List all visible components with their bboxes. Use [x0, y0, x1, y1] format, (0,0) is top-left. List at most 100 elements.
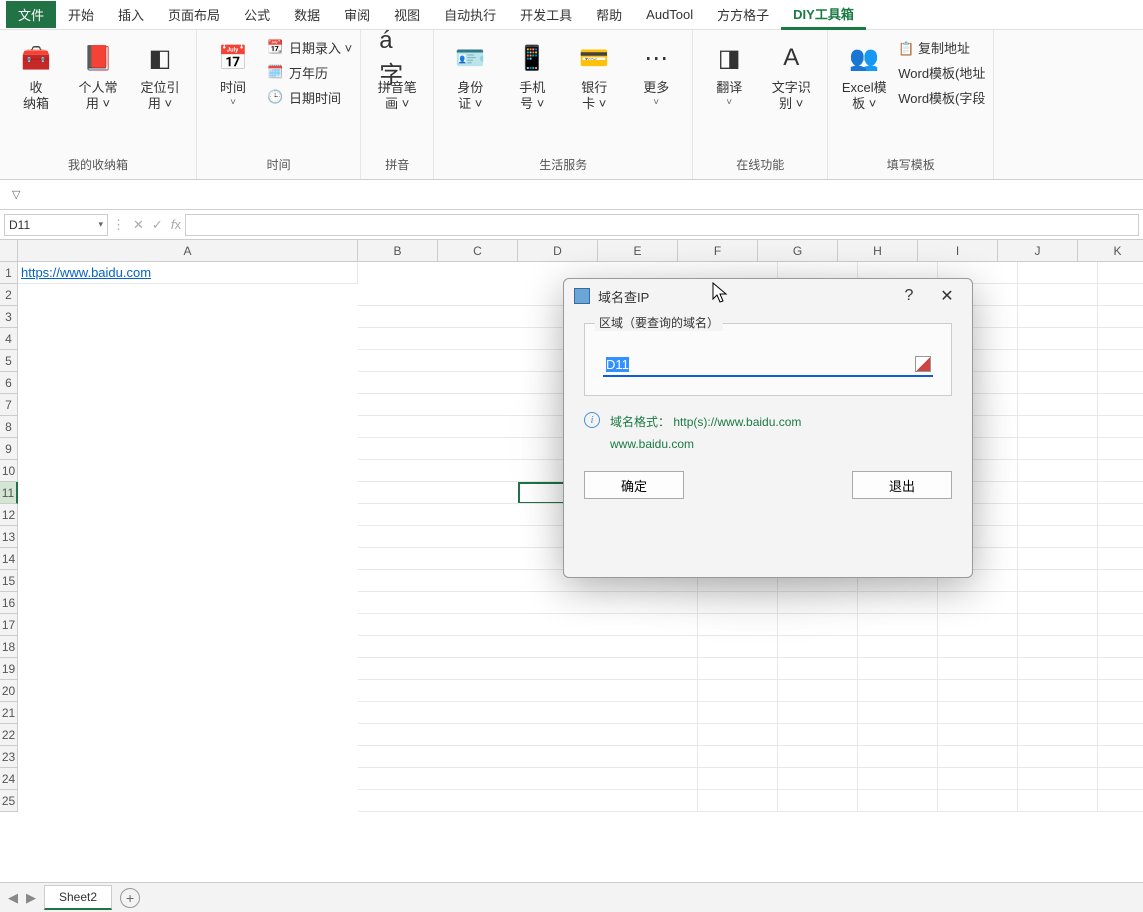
- sheet-tab-active[interactable]: Sheet2: [44, 885, 112, 910]
- cell[interactable]: [698, 746, 778, 768]
- range-picker-icon[interactable]: [915, 356, 931, 372]
- cancel-formula-icon[interactable]: ✕: [133, 217, 144, 233]
- col-header-H[interactable]: H: [838, 240, 918, 262]
- row-header-20[interactable]: 20: [0, 680, 18, 702]
- ok-button[interactable]: 确定: [584, 471, 684, 499]
- cell[interactable]: [1018, 790, 1098, 812]
- menu-item-9[interactable]: 开发工具: [508, 1, 584, 28]
- cell[interactable]: [698, 768, 778, 790]
- cell[interactable]: [778, 746, 858, 768]
- cell[interactable]: [1098, 570, 1143, 592]
- cell[interactable]: [778, 702, 858, 724]
- cell[interactable]: [1018, 416, 1098, 438]
- row-header-16[interactable]: 16: [0, 592, 18, 614]
- cell[interactable]: [1098, 658, 1143, 680]
- cell[interactable]: [1098, 306, 1143, 328]
- cell[interactable]: [858, 768, 938, 790]
- cell[interactable]: [858, 790, 938, 812]
- ribbon-button-3-0[interactable]: 🪪身份证 ˅: [442, 34, 498, 111]
- menu-item-5[interactable]: 数据: [282, 1, 332, 28]
- cell[interactable]: [858, 746, 938, 768]
- cell[interactable]: [938, 746, 1018, 768]
- row-header-2[interactable]: 2: [0, 284, 18, 306]
- cell[interactable]: [1018, 350, 1098, 372]
- cell[interactable]: [1098, 438, 1143, 460]
- row-header-8[interactable]: 8: [0, 416, 18, 438]
- menu-item-3[interactable]: 页面布局: [156, 1, 232, 28]
- cell[interactable]: [858, 680, 938, 702]
- cell[interactable]: [1018, 262, 1098, 284]
- dialog-titlebar[interactable]: 域名查IP ? ✕: [564, 279, 972, 313]
- cell[interactable]: [1098, 460, 1143, 482]
- cell[interactable]: [1098, 614, 1143, 636]
- cell[interactable]: [1098, 350, 1143, 372]
- menu-item-11[interactable]: AudTool: [634, 3, 705, 26]
- name-box-dropdown-icon[interactable]: ▾: [98, 219, 103, 230]
- row-header-4[interactable]: 4: [0, 328, 18, 350]
- cell[interactable]: [1018, 284, 1098, 306]
- cell[interactable]: [778, 680, 858, 702]
- row-header-3[interactable]: 3: [0, 306, 18, 328]
- row-header-18[interactable]: 18: [0, 636, 18, 658]
- menu-item-0[interactable]: 文件: [6, 1, 56, 28]
- cell[interactable]: [1018, 328, 1098, 350]
- row-header-15[interactable]: 15: [0, 570, 18, 592]
- dialog-close-button[interactable]: ✕: [932, 286, 962, 306]
- cell[interactable]: [1018, 746, 1098, 768]
- cell[interactable]: [1018, 614, 1098, 636]
- ribbon-small-1-1[interactable]: 🗓️万年历: [267, 63, 352, 82]
- cell[interactable]: [358, 768, 698, 790]
- row-header-13[interactable]: 13: [0, 526, 18, 548]
- ribbon-button-3-2[interactable]: 💳银行卡 ˅: [566, 34, 622, 111]
- add-sheet-button[interactable]: +: [120, 888, 140, 908]
- row-header-24[interactable]: 24: [0, 768, 18, 790]
- cell[interactable]: [778, 790, 858, 812]
- select-all-corner[interactable]: [0, 240, 18, 262]
- cell[interactable]: [358, 702, 698, 724]
- row-header-25[interactable]: 25: [0, 790, 18, 812]
- collapse-caret-icon[interactable]: ▽: [12, 188, 20, 201]
- cell[interactable]: [1018, 482, 1098, 504]
- cancel-button[interactable]: 退出: [852, 471, 952, 499]
- cell[interactable]: [938, 658, 1018, 680]
- ribbon-button-3-3[interactable]: ⋯更多˅: [628, 34, 684, 108]
- row-header-10[interactable]: 10: [0, 460, 18, 482]
- col-header-J[interactable]: J: [998, 240, 1078, 262]
- row-header-19[interactable]: 19: [0, 658, 18, 680]
- row-header-7[interactable]: 7: [0, 394, 18, 416]
- row-header-17[interactable]: 17: [0, 614, 18, 636]
- row-header-1[interactable]: 1: [0, 262, 18, 284]
- cell[interactable]: [698, 680, 778, 702]
- cell[interactable]: [1098, 504, 1143, 526]
- cell[interactable]: [1098, 394, 1143, 416]
- menu-item-6[interactable]: 审阅: [332, 1, 382, 28]
- cell-A1[interactable]: https://www.baidu.com: [18, 262, 358, 284]
- row-header-11[interactable]: 11: [0, 482, 18, 504]
- row-header-6[interactable]: 6: [0, 372, 18, 394]
- cell[interactable]: [1098, 768, 1143, 790]
- cell[interactable]: [1098, 482, 1143, 504]
- ribbon-button-4-1[interactable]: A文字识别 ˅: [763, 34, 819, 111]
- fx-icon[interactable]: fx: [171, 217, 181, 232]
- cell[interactable]: [358, 746, 698, 768]
- col-header-K[interactable]: K: [1078, 240, 1143, 262]
- ribbon-right-5-2[interactable]: Word模板(字段: [898, 88, 985, 107]
- ribbon-button-3-1[interactable]: 📱手机号 ˅: [504, 34, 560, 111]
- cell[interactable]: [1098, 328, 1143, 350]
- cell[interactable]: [698, 702, 778, 724]
- cell[interactable]: [778, 768, 858, 790]
- cell[interactable]: [1018, 460, 1098, 482]
- cell[interactable]: [938, 790, 1018, 812]
- cell[interactable]: [858, 702, 938, 724]
- row-header-22[interactable]: 22: [0, 724, 18, 746]
- cell[interactable]: [358, 790, 698, 812]
- cell[interactable]: [1018, 570, 1098, 592]
- cell[interactable]: [1018, 438, 1098, 460]
- col-header-B[interactable]: B: [358, 240, 438, 262]
- col-header-E[interactable]: E: [598, 240, 678, 262]
- cell[interactable]: [1098, 702, 1143, 724]
- name-box[interactable]: D11 ▾: [4, 214, 108, 236]
- ribbon-small-1-2[interactable]: 🕒日期时间: [267, 88, 352, 107]
- cell[interactable]: [1098, 548, 1143, 570]
- cell[interactable]: [858, 614, 938, 636]
